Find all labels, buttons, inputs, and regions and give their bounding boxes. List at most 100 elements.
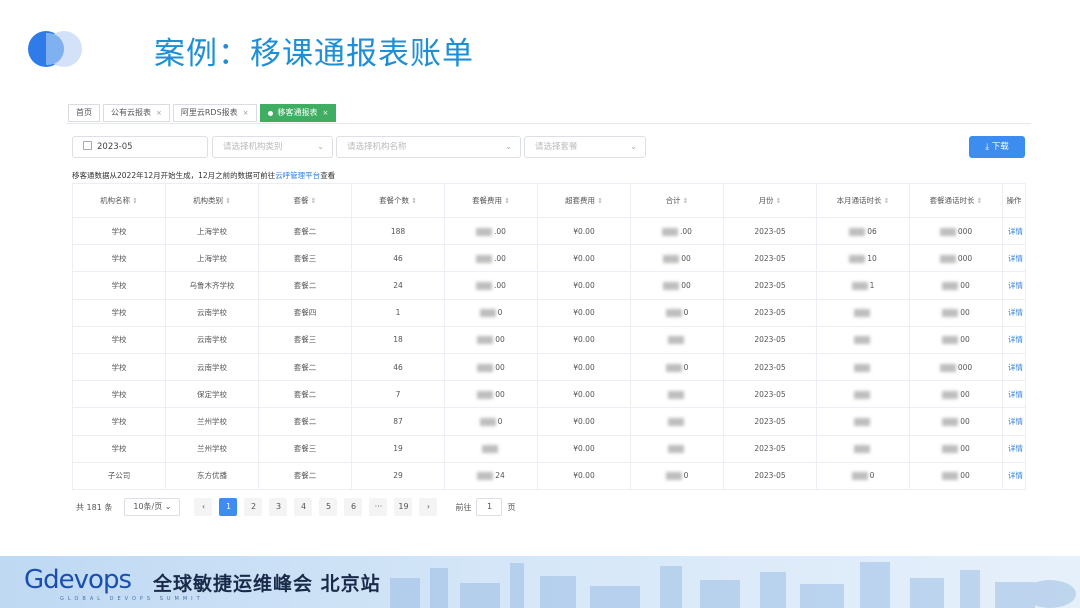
cell-text: 云南学校: [197, 335, 227, 345]
table-cell: 18: [351, 325, 445, 354]
tab-aliyun-rds[interactable]: 阿里云RDS报表 ×: [172, 104, 257, 122]
column-header[interactable]: 套餐个数 ⇕: [351, 183, 445, 218]
cell-text: ¥0.00: [573, 335, 595, 345]
sort-icon[interactable]: ⇕: [225, 197, 231, 205]
table-header-row: 机构名称 ⇕ 机构类别 ⇕ 套餐 ⇕ 套餐个数 ⇕ 套餐费用 ⇕ 超套费用 ⇕ 合计 ⇕ 月份 ⇕ 本月通话时长…: [72, 183, 1026, 218]
table-cell: 24: [444, 461, 538, 490]
month-value: 2023-05: [97, 142, 133, 152]
table-cell: 2023-05: [723, 461, 817, 490]
sort-icon[interactable]: ⇕: [597, 197, 603, 205]
page-button[interactable]: 19: [394, 498, 413, 516]
goto-page-input[interactable]: 1: [476, 498, 503, 516]
table-cell: ¥0.00: [537, 271, 631, 300]
package-select[interactable]: 请选择套餐 ⌄: [524, 136, 646, 158]
cell-text: 00: [960, 389, 970, 399]
page-size-select[interactable]: 10条/页 ⌄: [124, 498, 181, 516]
close-icon[interactable]: ×: [156, 105, 162, 121]
prev-page-button[interactable]: ‹: [194, 498, 213, 516]
cell-text: 188: [390, 226, 406, 236]
column-header[interactable]: 套餐费用 ⇕: [444, 183, 538, 218]
details-link[interactable]: 详情: [1002, 434, 1026, 463]
redacted-mask: [476, 254, 493, 263]
page-button[interactable]: 4: [294, 498, 313, 516]
page-button[interactable]: 3: [269, 498, 288, 516]
cell-text: 详情: [1008, 226, 1023, 236]
table-cell: 00: [630, 244, 724, 273]
column-header-label: 机构名称: [100, 196, 131, 205]
table-cell: .00: [630, 216, 724, 246]
download-button[interactable]: ⤓ 下载: [969, 136, 1025, 158]
page-button[interactable]: 1: [219, 498, 238, 516]
redacted-mask: [668, 390, 684, 399]
column-header[interactable]: 套餐 ⇕: [258, 183, 352, 218]
redacted-mask: [849, 227, 866, 236]
page-button[interactable]: 5: [319, 498, 338, 516]
table-cell: 套餐二: [258, 380, 352, 409]
page-button[interactable]: 6: [344, 498, 363, 516]
sort-icon[interactable]: ⇕: [776, 197, 782, 205]
next-page-button[interactable]: ›: [419, 498, 438, 516]
details-link[interactable]: 详情: [1002, 461, 1026, 490]
close-icon[interactable]: ×: [323, 105, 329, 121]
sort-icon[interactable]: ⇕: [311, 197, 317, 205]
column-header-label: 超套费用: [565, 196, 596, 205]
details-link[interactable]: 详情: [1002, 244, 1026, 273]
tab-label: 阿里云RDS报表: [180, 108, 238, 117]
redacted-mask: [854, 417, 870, 426]
table-cell: 000: [909, 216, 1003, 246]
column-header[interactable]: 月份 ⇕: [723, 183, 817, 218]
sort-icon[interactable]: ⇕: [411, 197, 417, 205]
column-header[interactable]: 合计 ⇕: [630, 183, 724, 218]
details-link[interactable]: 详情: [1002, 271, 1026, 300]
tab-home[interactable]: 首页: [68, 104, 100, 122]
tab-label: 公有云报表: [111, 108, 151, 117]
org-name-select[interactable]: 请选择机构名称 ⌄: [336, 136, 521, 158]
table-cell: ¥0.00: [537, 461, 631, 490]
details-link[interactable]: 详情: [1002, 216, 1026, 246]
table-cell: 19: [351, 434, 445, 463]
column-header[interactable]: 机构名称 ⇕: [72, 183, 166, 218]
cloud-call-platform-link[interactable]: 云呼管理平台: [275, 171, 320, 180]
chevron-down-icon: ⌄: [317, 142, 324, 151]
cell-text: 详情: [1008, 389, 1023, 399]
table-cell: [816, 298, 910, 327]
org-type-select[interactable]: 请选择机构类别 ⌄: [212, 136, 333, 158]
details-link[interactable]: 详情: [1002, 325, 1026, 354]
table-row: 学校 保定学校 套餐二 7 00 ¥0.00 2023-05 00 详情: [72, 380, 1026, 409]
column-header[interactable]: 套餐通话时长 ⇕: [909, 183, 1003, 218]
tab-public-cloud[interactable]: 公有云报表 ×: [103, 104, 170, 122]
sort-icon[interactable]: ⇕: [132, 197, 138, 205]
cell-text: ¥0.00: [573, 444, 595, 454]
details-link[interactable]: 详情: [1002, 380, 1026, 409]
redacted-mask: [665, 309, 682, 318]
tab-yikeytong[interactable]: 移客通报表 ×: [259, 104, 337, 122]
cell-text: 0: [497, 416, 503, 426]
cell-text: 套餐二: [293, 471, 317, 481]
sort-icon[interactable]: ⇕: [504, 197, 510, 205]
table-cell: 00: [909, 298, 1003, 327]
cell-text: 000: [957, 253, 973, 263]
sort-icon[interactable]: ⇕: [884, 197, 890, 205]
table-cell: 000: [909, 352, 1003, 382]
column-header[interactable]: 超套费用 ⇕: [537, 183, 631, 218]
table-cell: 46: [351, 352, 445, 382]
redacted-mask: [477, 472, 494, 481]
cell-text: 子公司: [107, 471, 131, 481]
goto-label: 前往: [455, 502, 472, 512]
sort-icon[interactable]: ⇕: [683, 197, 689, 205]
page-button[interactable]: ···: [369, 498, 388, 516]
page-button[interactable]: 2: [244, 498, 263, 516]
sort-icon[interactable]: ⇕: [977, 197, 983, 205]
cell-text: ¥0.00: [573, 416, 595, 426]
month-picker[interactable]: 2023-05: [72, 136, 208, 158]
column-header[interactable]: 本月通话时长 ⇕: [816, 183, 910, 218]
total-count: 共 181 条: [76, 502, 113, 512]
details-link[interactable]: 详情: [1002, 298, 1026, 327]
redacted-mask: [477, 336, 494, 345]
details-link[interactable]: 详情: [1002, 352, 1026, 382]
close-icon[interactable]: ×: [243, 105, 249, 121]
table-cell: 学校: [72, 380, 166, 409]
column-header[interactable]: 机构类别 ⇕: [165, 183, 259, 218]
city-skyline-icon: [390, 562, 1076, 608]
details-link[interactable]: 详情: [1002, 407, 1026, 436]
